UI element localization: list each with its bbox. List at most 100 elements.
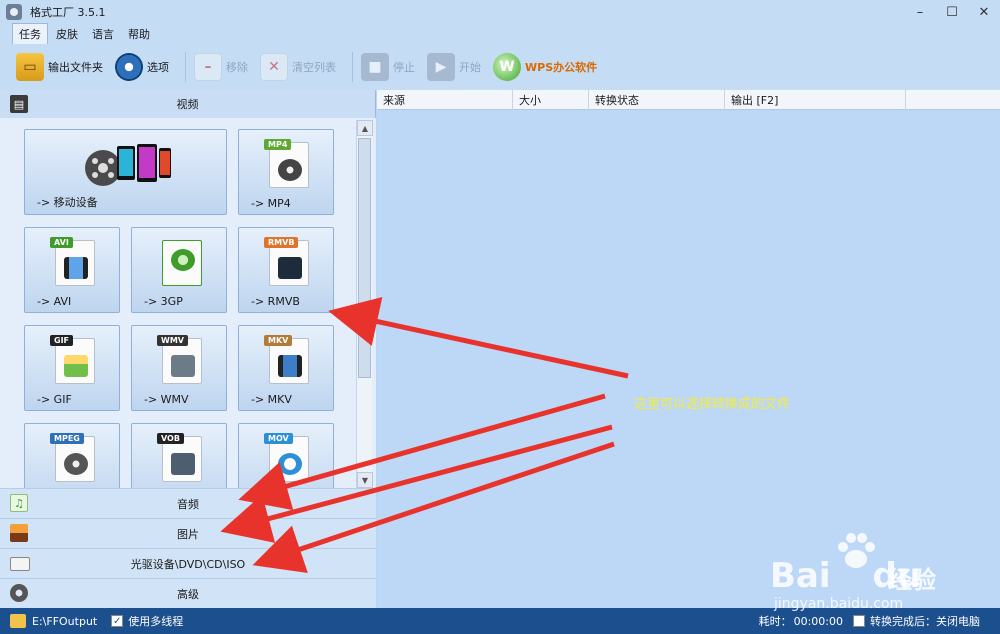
menu-help[interactable]: 帮助: [122, 24, 156, 44]
category-panel: ▤ 视频 -> 移动设备 MP4 -> MP4 AVI -> AVI -> 3G…: [0, 90, 376, 608]
tile-label: -> GIF: [37, 393, 72, 406]
options-icon: [115, 53, 143, 81]
menu-task[interactable]: 任务: [12, 23, 48, 45]
tile-label: -> WMV: [144, 393, 189, 406]
output-folder-label: 输出文件夹: [48, 61, 103, 74]
clear-list-label: 清空列表: [292, 61, 336, 74]
tile-mkv[interactable]: MKV -> MKV: [238, 325, 334, 411]
scroll-up-arrow-icon[interactable]: ▲: [357, 120, 373, 136]
gif-badge: GIF: [50, 335, 74, 346]
avi-badge: AVI: [50, 237, 73, 248]
menu-language[interactable]: 语言: [86, 24, 120, 44]
tile-avi[interactable]: AVI -> AVI: [24, 227, 120, 313]
menu-skin[interactable]: 皮肤: [50, 24, 84, 44]
audio-section-label: 音频: [177, 497, 199, 511]
mov-file-icon: MOV: [264, 433, 309, 482]
advanced-section-header[interactable]: 高级: [0, 578, 376, 608]
after-convert-checkbox[interactable]: [853, 615, 865, 627]
tile-label: -> AVI: [37, 295, 72, 308]
gif-file-icon: GIF: [50, 335, 95, 384]
minimize-button[interactable]: –: [904, 0, 936, 24]
elapsed-label: 耗时：: [758, 615, 792, 628]
options-label: 选项: [147, 61, 169, 74]
tile-3gp[interactable]: -> 3GP: [131, 227, 227, 313]
after-convert-label: 转换完成后：关闭电脑: [870, 615, 980, 628]
window-controls: – ☐ ✕: [904, 0, 1000, 24]
mkv-badge: MKV: [264, 335, 293, 346]
tile-label: -> MP4: [251, 197, 291, 210]
toolbar-separator: [185, 52, 186, 82]
picture-icon: [10, 524, 28, 542]
remove-label: 移除: [226, 61, 248, 74]
mkv-file-icon: MKV: [264, 335, 309, 384]
task-list-header: 来源 大小 转换状态 输出 [F2]: [377, 90, 1000, 110]
image-section-header[interactable]: 图片: [0, 518, 376, 548]
stop-label: 停止: [393, 61, 415, 74]
tile-mobile-device[interactable]: -> 移动设备: [24, 129, 227, 215]
multithread-checkbox[interactable]: ✓: [111, 615, 124, 627]
window-title: 格式工厂 3.5.1: [30, 6, 106, 19]
advanced-section-label: 高级: [177, 587, 199, 601]
mp4-file-icon: MP4: [264, 139, 309, 188]
gear-icon: [10, 584, 28, 602]
app-icon: [6, 4, 22, 20]
watermark-url: jingyan.baidu.com: [774, 596, 904, 612]
tile-mov[interactable]: MOV: [238, 423, 334, 488]
elapsed-value: 00:00:00: [793, 614, 843, 628]
tile-mp4[interactable]: MP4 -> MP4: [238, 129, 334, 215]
wps-icon: W: [493, 53, 521, 81]
video-section-label: 视频: [176, 98, 199, 111]
output-folder-button[interactable]: ▭ 输出文件夹: [14, 49, 105, 85]
options-button[interactable]: 选项: [113, 49, 171, 85]
video-section-header[interactable]: ▤ 视频: [0, 90, 375, 118]
disc-section-header[interactable]: 光驱设备\DVD\CD\ISO: [0, 548, 376, 578]
video-format-grid: -> 移动设备 MP4 -> MP4 AVI -> AVI -> 3GP RMV…: [0, 118, 376, 488]
annotation-text: 这里可以选择转换成的文件: [634, 397, 791, 412]
disc-section-label: 光驱设备\DVD\CD\ISO: [130, 557, 246, 571]
rmvb-file-icon: RMVB: [264, 237, 309, 286]
tile-mpeg[interactable]: MPEG: [24, 423, 120, 488]
tile-rmvb[interactable]: RMVB -> RMVB: [238, 227, 334, 313]
mpeg-badge: MPEG: [50, 433, 84, 444]
column-extra: [906, 90, 1000, 110]
wps-button[interactable]: W WPS办公软件: [491, 49, 599, 85]
menu-bar: 任务 皮肤 语言 帮助: [0, 23, 1000, 45]
column-output[interactable]: 输出 [F2]: [725, 90, 906, 110]
column-status[interactable]: 转换状态: [589, 90, 725, 110]
stop-icon: ■: [361, 53, 389, 81]
tile-wmv[interactable]: WMV -> WMV: [131, 325, 227, 411]
maximize-button[interactable]: ☐: [936, 0, 968, 24]
grid-scrollbar[interactable]: ▲ ▼: [356, 120, 373, 488]
column-size[interactable]: 大小: [513, 90, 589, 110]
clear-list-icon: ✕: [260, 53, 288, 81]
title-bar: 格式工厂 3.5.1 – ☐ ✕: [0, 0, 1000, 24]
wmv-file-icon: WMV: [157, 335, 202, 384]
stop-button[interactable]: ■ 停止: [359, 49, 417, 85]
toolbar: ▭ 输出文件夹 选项 – 移除 ✕ 清空列表 ■ 停止 ▶ 开始 W WPS办公…: [0, 44, 1000, 90]
tile-label: -> RMVB: [251, 295, 300, 308]
image-section-label: 图片: [177, 527, 199, 541]
audio-section-header[interactable]: ♫ 音频: [0, 488, 376, 518]
clear-list-button[interactable]: ✕ 清空列表: [258, 49, 338, 85]
avi-file-icon: AVI: [50, 237, 95, 286]
mobile-device-icon: [85, 144, 171, 186]
wmv-badge: WMV: [157, 335, 188, 346]
output-path[interactable]: E:\FFOutput: [32, 615, 97, 628]
scroll-thumb[interactable]: [358, 138, 371, 378]
mov-badge: MOV: [264, 433, 293, 444]
column-source[interactable]: 来源: [377, 90, 513, 110]
remove-button[interactable]: – 移除: [192, 49, 250, 85]
tile-label: -> 3GP: [144, 295, 183, 308]
remove-icon: –: [194, 53, 222, 81]
folder-icon[interactable]: [10, 614, 26, 628]
start-button[interactable]: ▶ 开始: [425, 49, 483, 85]
close-button[interactable]: ✕: [968, 0, 1000, 24]
mpeg-file-icon: MPEG: [50, 433, 95, 482]
wps-label: WPS办公软件: [525, 61, 598, 74]
start-icon: ▶: [427, 53, 455, 81]
tile-label: -> MKV: [251, 393, 292, 406]
tile-vob[interactable]: VOB: [131, 423, 227, 488]
scroll-down-arrow-icon[interactable]: ▼: [357, 472, 373, 488]
tile-gif[interactable]: GIF -> GIF: [24, 325, 120, 411]
vob-file-icon: VOB: [157, 433, 202, 482]
